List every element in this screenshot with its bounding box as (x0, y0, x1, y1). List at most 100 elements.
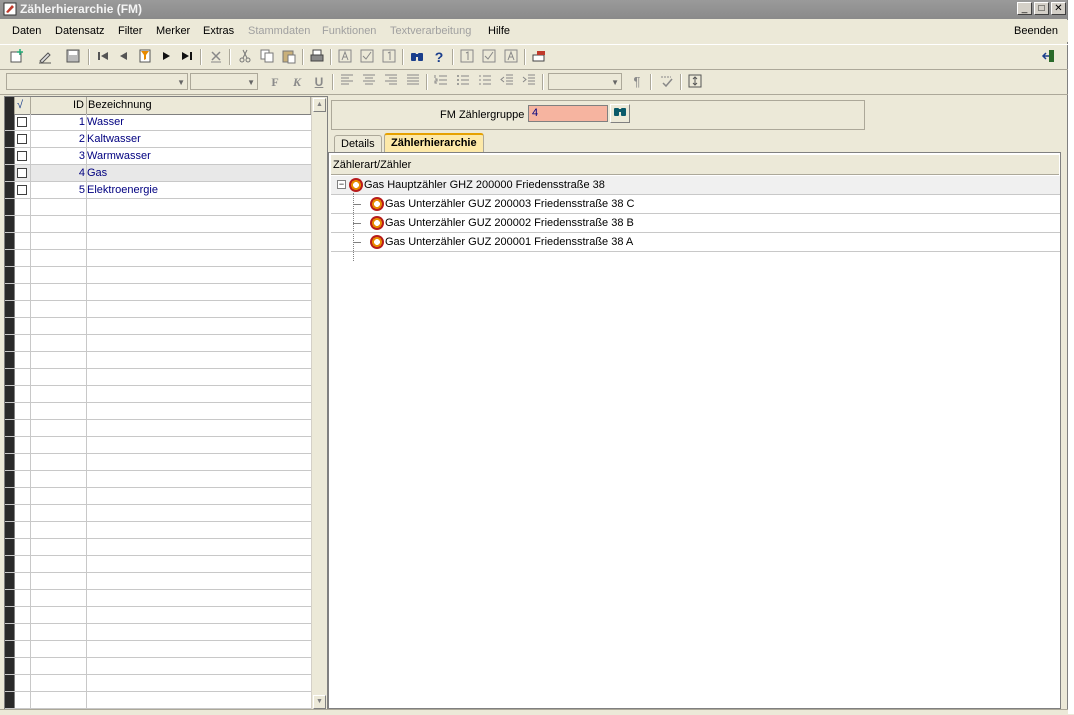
row-selector[interactable] (5, 386, 15, 402)
print-icon[interactable] (308, 48, 326, 66)
empty-table-row[interactable] (5, 335, 311, 352)
empty-table-row[interactable] (5, 233, 311, 250)
indent-icon[interactable] (520, 73, 538, 91)
field-a-icon[interactable] (336, 48, 354, 66)
row-selector[interactable] (5, 437, 15, 453)
empty-table-row[interactable] (5, 369, 311, 386)
font-size-combo[interactable]: ▼ (190, 73, 258, 90)
page-layout-icon[interactable] (686, 73, 704, 91)
row-selector[interactable] (5, 284, 15, 300)
empty-table-row[interactable] (5, 539, 311, 556)
empty-table-row[interactable] (5, 216, 311, 233)
row-selector[interactable] (5, 165, 15, 181)
previous-record-icon[interactable] (114, 48, 132, 66)
row-selector[interactable] (5, 641, 15, 657)
scroll-up-icon[interactable]: ▲ (313, 98, 326, 112)
align-center-icon[interactable] (360, 73, 378, 91)
binoculars-search-icon[interactable] (610, 104, 630, 123)
menu-funktionen[interactable]: Funktionen (322, 25, 376, 37)
align-justify-icon[interactable] (404, 73, 422, 91)
underline-button[interactable]: U (310, 73, 328, 91)
menu-stammdaten[interactable]: Stammdaten (248, 25, 310, 37)
empty-table-row[interactable] (5, 607, 311, 624)
row-selector[interactable] (5, 199, 15, 215)
table-row[interactable]: 5 Elektroenergie (5, 182, 311, 199)
row-selector[interactable] (5, 692, 15, 708)
row-selector[interactable] (5, 267, 15, 283)
style-combo[interactable]: ▼ (548, 73, 622, 90)
exit-door-icon[interactable] (1040, 48, 1058, 66)
row-checkbox[interactable] (17, 117, 27, 127)
group-input[interactable]: 4 (528, 105, 608, 122)
row-selector[interactable] (5, 522, 15, 538)
numbered-list-icon[interactable] (432, 73, 450, 91)
row-selector[interactable] (5, 148, 15, 164)
help-question-icon[interactable]: ? (430, 48, 448, 66)
empty-table-row[interactable] (5, 437, 311, 454)
empty-table-row[interactable] (5, 641, 311, 658)
name-column-header[interactable]: Bezeichnung (87, 97, 311, 114)
menu-extras[interactable]: Extras (203, 25, 234, 37)
tree-child-node[interactable]: Gas Unterzähler GUZ 200002 Friedensstraß… (331, 214, 1060, 233)
align-right-icon[interactable] (382, 73, 400, 91)
align-left-icon[interactable] (338, 73, 356, 91)
exit-menu[interactable]: Beenden (1014, 25, 1058, 37)
table-row[interactable]: 2 Kaltwasser (5, 131, 311, 148)
tree-root-node[interactable]: − Gas Hauptzähler GHZ 200000 Friedensstr… (331, 176, 1060, 195)
spellcheck-icon[interactable] (658, 73, 676, 91)
field-check-icon[interactable] (480, 48, 498, 66)
table-row[interactable]: 3 Warmwasser (5, 148, 311, 165)
row-checkbox[interactable] (17, 134, 27, 144)
empty-table-row[interactable] (5, 301, 311, 318)
table-row[interactable]: 4 Gas (5, 165, 311, 182)
last-record-icon[interactable] (178, 48, 196, 66)
row-checkbox[interactable] (17, 151, 27, 161)
new-record-icon[interactable] (8, 48, 26, 66)
empty-table-row[interactable] (5, 692, 311, 709)
save-icon[interactable] (64, 48, 82, 66)
search-binoculars-icon[interactable] (408, 48, 426, 66)
menu-hilfe[interactable]: Hilfe (488, 25, 510, 37)
list-icon[interactable] (476, 73, 494, 91)
table-row[interactable]: 1 Wasser (5, 114, 311, 131)
font-combo[interactable]: ▼ (6, 73, 188, 90)
empty-table-row[interactable] (5, 675, 311, 692)
row-selector[interactable] (5, 539, 15, 555)
row-selector[interactable] (5, 216, 15, 232)
row-selector[interactable] (5, 573, 15, 589)
row-selector[interactable] (5, 318, 15, 334)
empty-table-row[interactable] (5, 488, 311, 505)
row-selector[interactable] (5, 301, 15, 317)
row-selector[interactable] (5, 505, 15, 521)
empty-table-row[interactable] (5, 471, 311, 488)
empty-table-row[interactable] (5, 522, 311, 539)
empty-table-row[interactable] (5, 658, 311, 675)
menu-datensatz[interactable]: Datensatz (55, 25, 105, 37)
italic-button[interactable]: K (288, 73, 306, 91)
row-selector[interactable] (5, 556, 15, 572)
empty-table-row[interactable] (5, 352, 311, 369)
scroll-down-icon[interactable]: ▼ (313, 695, 326, 709)
maximize-button[interactable]: □ (1034, 2, 1049, 15)
collapse-icon[interactable]: − (337, 180, 346, 189)
field-one-icon[interactable] (458, 48, 476, 66)
tree-child-node[interactable]: Gas Unterzähler GUZ 200003 Friedensstraß… (331, 195, 1060, 214)
row-selector[interactable] (5, 420, 15, 436)
outdent-icon[interactable] (498, 73, 516, 91)
row-selector[interactable] (5, 454, 15, 470)
row-selector[interactable] (5, 335, 15, 351)
row-selector[interactable] (5, 114, 15, 130)
minimize-button[interactable]: _ (1017, 2, 1032, 15)
row-selector[interactable] (5, 352, 15, 368)
grid-vertical-scrollbar[interactable]: ▲ ▼ (311, 97, 327, 710)
row-selector[interactable] (5, 658, 15, 674)
row-selector[interactable] (5, 250, 15, 266)
tree-column-header[interactable]: Zählerart/Zähler (331, 155, 1059, 175)
bullet-list-icon[interactable] (454, 73, 472, 91)
next-record-icon[interactable] (158, 48, 176, 66)
menu-daten[interactable]: Daten (12, 25, 41, 37)
empty-table-row[interactable] (5, 199, 311, 216)
row-selector[interactable] (5, 607, 15, 623)
row-selector[interactable] (5, 403, 15, 419)
empty-table-row[interactable] (5, 624, 311, 641)
